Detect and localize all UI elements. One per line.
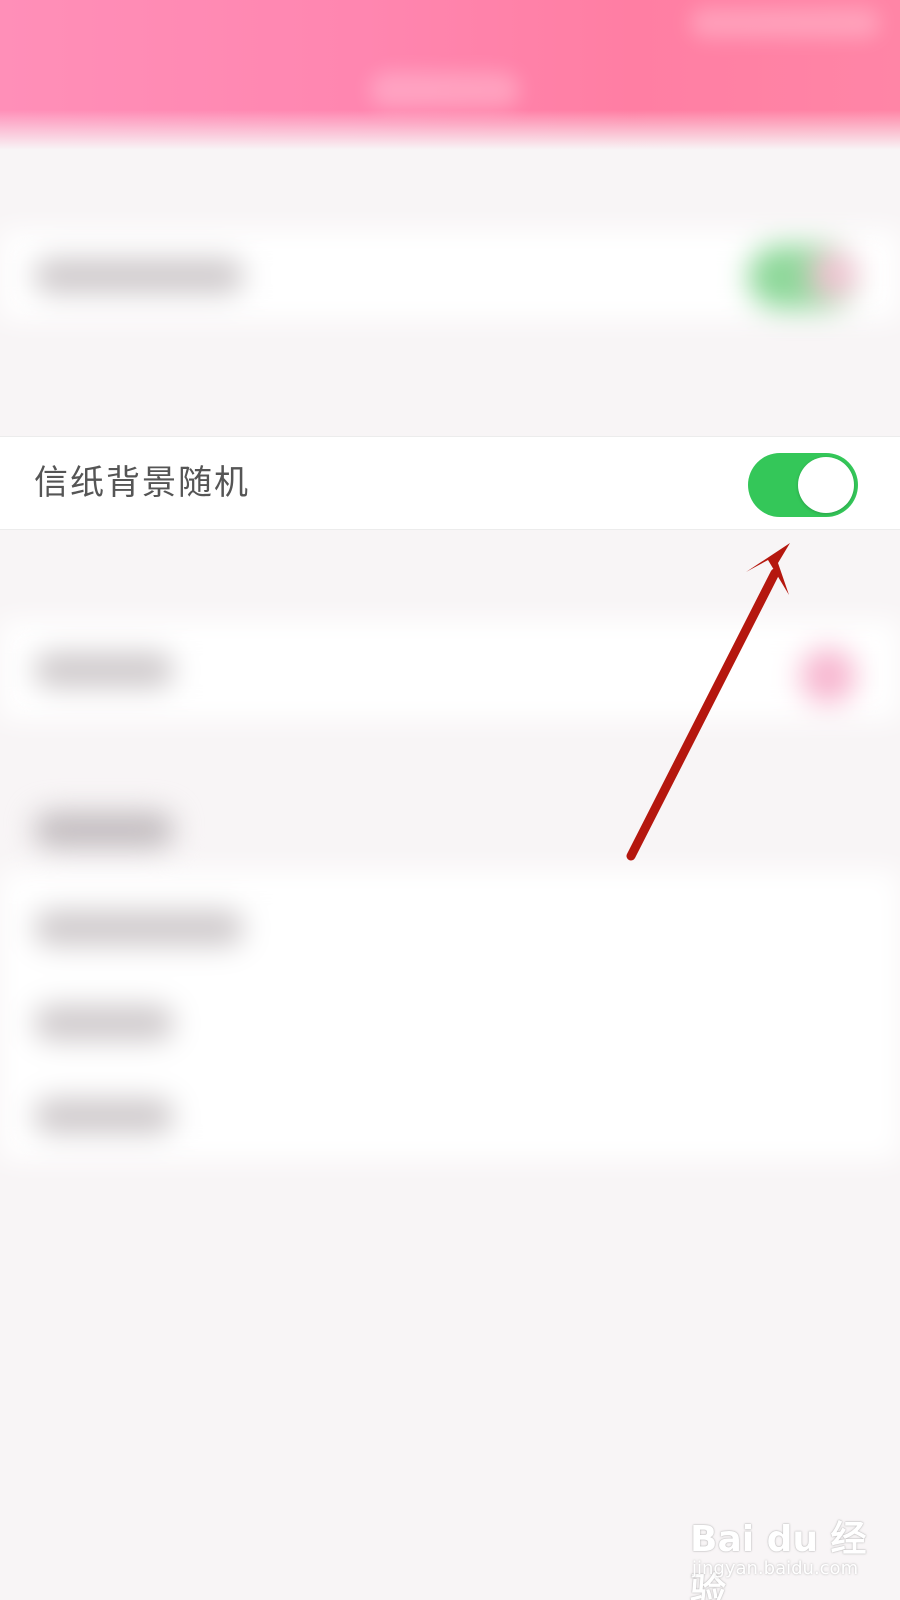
row-label: 信纸背景随机 [34,463,250,503]
header-bar [0,0,900,150]
blurred-settings-group-2 [0,600,900,1160]
toggle-knob [798,457,854,513]
blurred-header-action [690,8,880,38]
blurred-toggle-knob [808,250,858,300]
settings-row-random-stationery-background: 信纸背景随机 [0,436,900,530]
watermark-logo: Bai du 经验 [690,1519,867,1600]
blurred-list-item [34,910,244,946]
blurred-header-title [370,72,520,108]
blurred-row-label [34,258,244,294]
arrow-head [746,543,790,595]
watermark-url: jingyan.baidu.com [692,1558,859,1579]
baidu-jingyan-watermark: Bai du 经验 jingyan.baidu.com [690,1500,890,1600]
blurred-pink-indicator [800,648,856,704]
blurred-row-label [34,652,174,688]
random-background-toggle[interactable] [748,453,858,517]
blurred-section-title [34,812,174,848]
blurred-list-item [34,1005,174,1041]
blurred-list-item [34,1098,174,1134]
blurred-settings-group-1 [0,200,900,350]
